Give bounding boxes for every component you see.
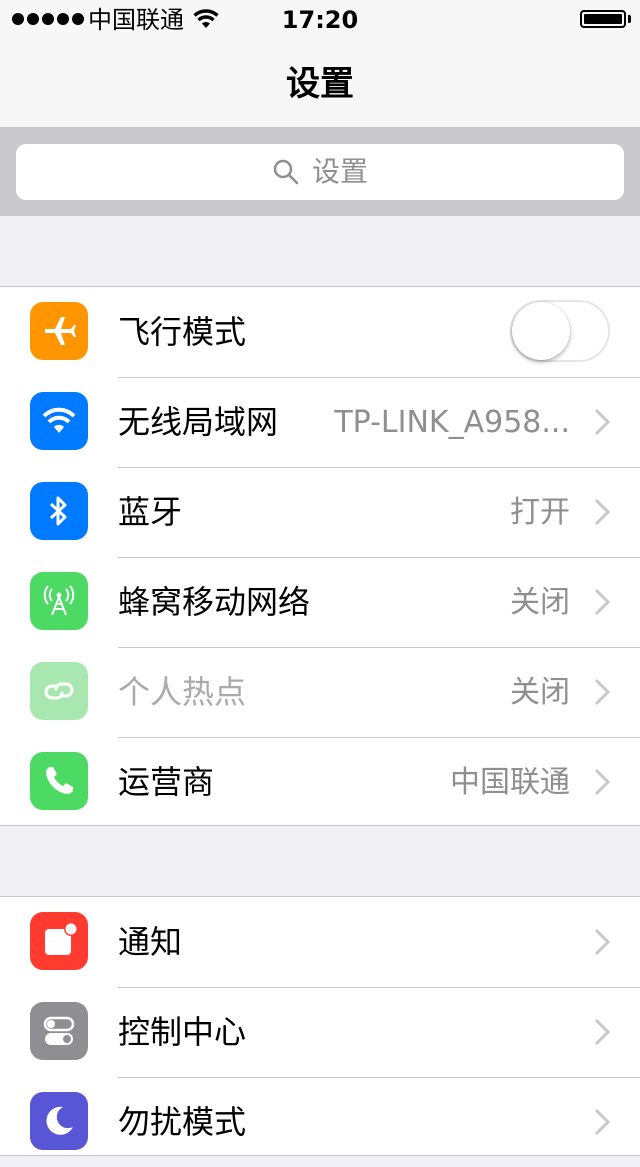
hotspot-icon [30,662,88,720]
notifications-label: 通知 [118,923,183,961]
do-not-disturb-label: 勿扰模式 [118,1103,247,1141]
settings-row-airplane-mode: 飞行模式 [0,287,640,377]
chevron-right-icon [594,678,610,706]
notifications-icon [30,912,88,970]
bluetooth-value: 打开 [510,495,570,530]
settings-row-control-center[interactable]: 控制中心 [0,987,640,1077]
battery-icon [580,10,626,28]
navigation-bar: 设置 [0,40,640,128]
chevron-right-icon [594,1018,610,1046]
cellular-value: 关闭 [510,585,570,620]
moon-icon [30,1092,88,1150]
settings-row-hotspot[interactable]: 个人热点 关闭 [0,647,640,737]
settings-row-cellular[interactable]: 蜂窝移动网络 关闭 [0,557,640,647]
bluetooth-label: 蓝牙 [118,493,183,531]
wifi-icon [30,392,88,450]
settings-row-do-not-disturb[interactable]: 勿扰模式 [0,1077,640,1167]
control-center-icon [30,1002,88,1060]
settings-row-carrier[interactable]: 运营商 中国联通 [0,737,640,827]
search-placeholder: 设置 [311,155,368,188]
toggle-knob [512,302,570,360]
search-area: 设置 [0,128,640,216]
bluetooth-icon [30,482,88,540]
settings-row-wifi[interactable]: 无线局域网 TP-LINK_A958... [0,377,640,467]
cellular-icon [30,572,88,630]
airplane-mode-label: 飞行模式 [118,313,247,351]
hotspot-label: 个人热点 [118,673,247,711]
chevron-right-icon [594,928,610,956]
search-icon [273,159,299,185]
settings-group-connectivity: 飞行模式 无线局域网 TP-LINK_A958... 蓝牙 打开 蜂窝移动网络 … [0,286,640,826]
hotspot-value: 关闭 [510,675,570,710]
battery-nub [628,15,631,23]
cellular-label: 蜂窝移动网络 [118,583,311,621]
chevron-right-icon [594,1108,610,1136]
control-center-label: 控制中心 [118,1013,247,1051]
wifi-label: 无线局域网 [118,403,279,441]
clock: 17:20 [281,6,359,34]
page-title: 设置 [286,64,354,104]
chevron-right-icon [594,768,610,796]
chevron-right-icon [594,408,610,436]
chevron-right-icon [594,588,610,616]
search-input[interactable]: 设置 [16,144,624,200]
settings-row-bluetooth[interactable]: 蓝牙 打开 [0,467,640,557]
status-bar: 中国联通 17:20 [0,0,640,40]
airplane-icon [30,302,88,360]
settings-group-system: 通知 控制中心 勿扰模式 [0,896,640,1156]
wifi-value: TP-LINK_A958... [334,405,570,440]
carrier-label: 运营商 [118,763,215,801]
carrier-value: 中国联通 [450,765,570,800]
settings-row-notifications[interactable]: 通知 [0,897,640,987]
phone-icon [30,752,88,810]
airplane-mode-toggle[interactable] [510,300,610,362]
chevron-right-icon [594,498,610,526]
